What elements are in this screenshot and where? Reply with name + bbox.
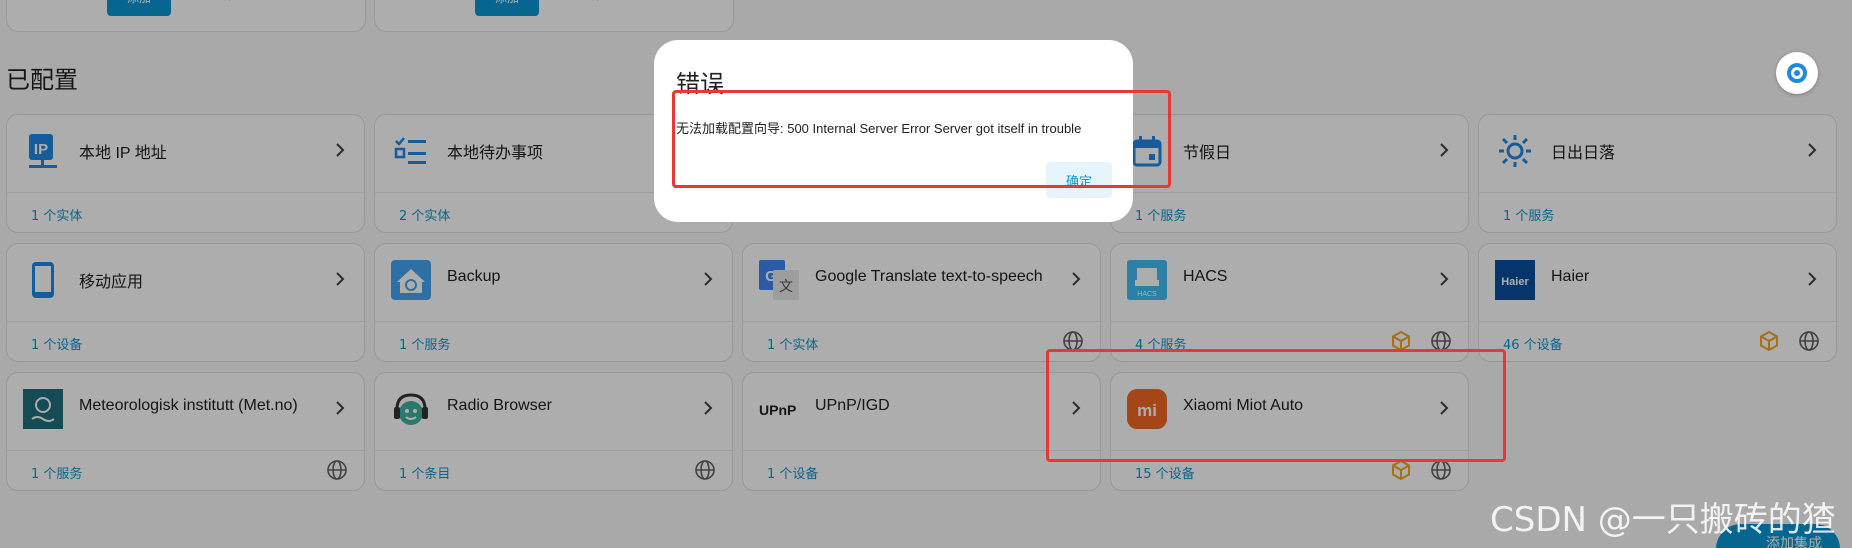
help-button[interactable] xyxy=(1776,52,1818,94)
highlight-box-xiaomi xyxy=(1046,349,1506,462)
highlight-box-error xyxy=(672,90,1171,188)
help-icon xyxy=(1787,63,1807,83)
watermark: CSDN @一只搬砖的猹 xyxy=(1490,500,1836,540)
